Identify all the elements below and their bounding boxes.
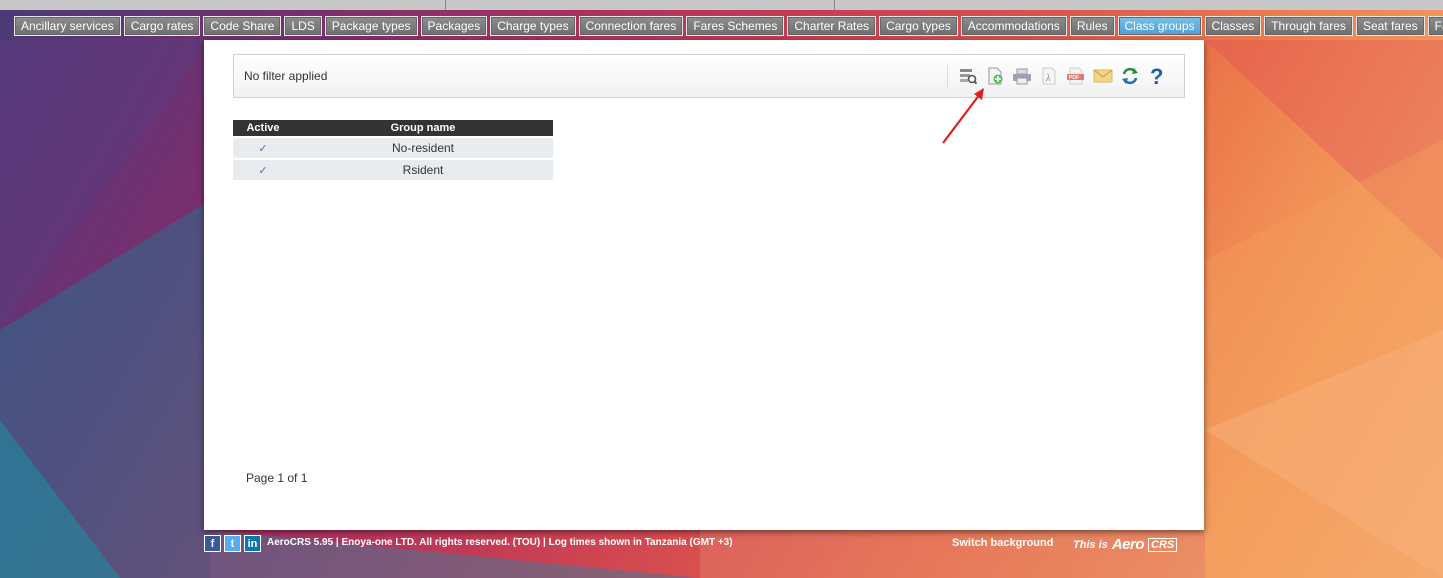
pdf-export-icon[interactable]: PDF	[1065, 65, 1087, 87]
nav-tab-fares[interactable]: Fares	[1427, 16, 1443, 36]
brand-logo: Aero	[1111, 536, 1145, 553]
checkmark-icon: ✓	[258, 143, 268, 155]
filter-bar: No filter applied λ PDF ?	[233, 54, 1185, 98]
group-name-cell[interactable]: No-resident	[293, 138, 553, 158]
nav-tab-ancillary-services[interactable]: Ancillary services	[14, 16, 121, 36]
nav-tab-rules[interactable]: Rules	[1069, 16, 1115, 36]
svg-text:?: ?	[1150, 65, 1163, 87]
print-icon[interactable]	[1011, 65, 1033, 87]
nav-tab-accommodations[interactable]: Accommodations	[960, 16, 1067, 36]
active-cell: ✓	[233, 160, 293, 180]
column-header-group-name[interactable]: Group name	[293, 120, 553, 136]
facebook-icon[interactable]: f	[204, 535, 221, 552]
brand-prefix: This is	[1073, 538, 1108, 551]
svg-text:λ: λ	[1045, 73, 1051, 84]
grid-toolbar: λ PDF ?	[947, 65, 1168, 87]
column-header-active[interactable]: Active	[233, 120, 293, 136]
refresh-icon[interactable]	[1119, 65, 1141, 87]
filter-status-text: No filter applied	[244, 69, 328, 83]
brand-logo-crs: CRS	[1148, 537, 1178, 552]
pager-text: Page 1 of 1	[246, 471, 308, 485]
nav-tab-package-types[interactable]: Package types	[324, 16, 418, 36]
svg-text:PDF: PDF	[1069, 75, 1079, 81]
email-icon[interactable]	[1092, 65, 1114, 87]
active-cell: ✓	[233, 138, 293, 158]
nav-tab-class-groups[interactable]: Class groups	[1117, 16, 1202, 36]
footer-legal-text: AeroCRS 5.95 | Enoya-one LTD. All rights…	[267, 537, 733, 548]
nav-tab-connection-fares[interactable]: Connection fares	[578, 16, 684, 36]
filter-search-icon[interactable]	[957, 65, 979, 87]
table-row[interactable]: ✓ Rsident	[233, 160, 553, 180]
checkmark-icon: ✓	[258, 165, 268, 177]
nav-tab-lds[interactable]: LDS	[284, 16, 322, 36]
twitter-icon[interactable]: t	[224, 535, 241, 552]
nav-tab-classes[interactable]: Classes	[1204, 16, 1262, 36]
footer: f t in AeroCRS 5.95 | Enoya-one LTD. All…	[204, 535, 1204, 553]
class-groups-table: Active Group name ✓ No-resident ✓ Rsiden…	[233, 118, 553, 182]
nav-tab-packages[interactable]: Packages	[420, 16, 488, 36]
group-name-cell[interactable]: Rsident	[293, 160, 553, 180]
nav-tab-seat-fares[interactable]: Seat fares	[1355, 16, 1425, 36]
top-strip	[0, 0, 1443, 10]
switch-background-link[interactable]: Switch background	[952, 537, 1053, 549]
toolbar-divider	[947, 65, 948, 87]
aerocrs-brand: This is Aero CRS	[1073, 536, 1178, 553]
add-record-icon[interactable]	[984, 65, 1006, 87]
annotation-arrow	[942, 88, 984, 144]
nav-tab-cargo-types[interactable]: Cargo types	[879, 16, 958, 36]
table-row[interactable]: ✓ No-resident	[233, 138, 553, 158]
module-nav-bar: Ancillary services Cargo rates Code Share L…	[14, 16, 1443, 36]
social-links: f t in	[204, 535, 261, 552]
table-header-row: Active Group name	[233, 120, 553, 136]
nav-tab-code-share[interactable]: Code Share	[203, 16, 282, 36]
nav-tab-cargo-rates[interactable]: Cargo rates	[123, 16, 201, 36]
linkedin-icon[interactable]: in	[244, 535, 261, 552]
nav-tab-through-fares[interactable]: Through fares	[1264, 16, 1353, 36]
nav-tab-charge-types[interactable]: Charge types	[490, 16, 576, 36]
nav-tab-charter-rates[interactable]: Charter Rates	[787, 16, 877, 36]
nav-tab-fares-schemes[interactable]: Fares Schemes	[686, 16, 785, 36]
font-export-icon[interactable]: λ	[1038, 65, 1060, 87]
help-icon[interactable]: ?	[1146, 65, 1168, 87]
content-panel: No filter applied λ PDF ? Active Group n…	[204, 40, 1204, 530]
